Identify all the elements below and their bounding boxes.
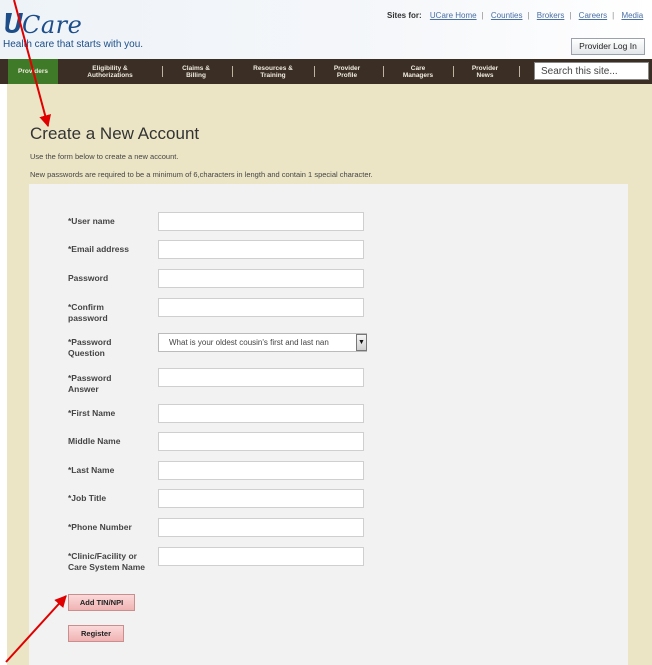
annotation-arrow-title: [13, 0, 51, 128]
annotation-arrow-add-tin: [5, 595, 67, 663]
annotation-arrows: [5, 0, 67, 663]
